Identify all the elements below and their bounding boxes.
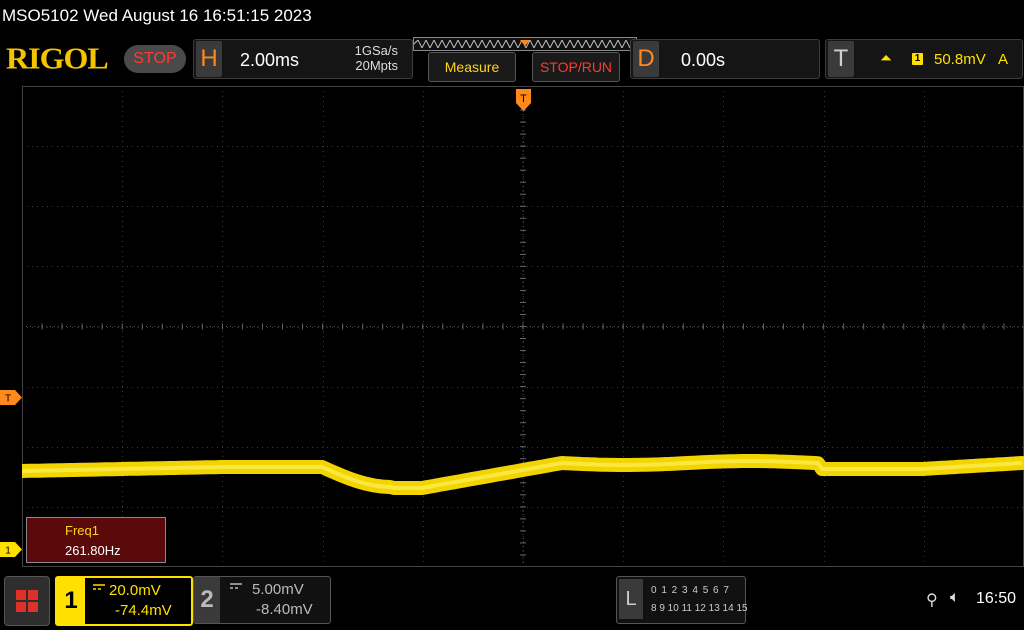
ch1-panel[interactable]: 1 20.0mV -74.4mV: [55, 576, 193, 626]
sample-rate: 1GSa/s: [354, 43, 398, 58]
waveform-display[interactable]: [22, 86, 1024, 567]
rigol-logo: RIGOL: [6, 40, 109, 76]
trigger-level-marker[interactable]: T: [0, 390, 22, 405]
trigger-position-label: T: [520, 93, 527, 105]
trigger-level-label: T: [5, 394, 11, 405]
main-menu-button[interactable]: [4, 576, 50, 626]
trigger-panel[interactable]: T ⏶ 1 50.8mV A: [825, 39, 1023, 79]
system-clock: 16:50: [976, 590, 1017, 607]
trigger-level: 50.8mV: [934, 51, 986, 68]
timebase-value: 2.00ms: [240, 50, 300, 70]
memory-depth: 20Mpts: [355, 58, 398, 73]
trigger-position-marker[interactable]: T: [516, 89, 531, 111]
trigger-source: 1: [912, 53, 923, 65]
delay-value: 0.00s: [681, 50, 726, 70]
logic-analyzer-panel[interactable]: L 0 1 2 3 4 5 6 7 8 9 10 11 12 13 14 15: [616, 576, 748, 624]
measurement-value: 261.80Hz: [65, 543, 121, 558]
grid-menu-icon: [16, 590, 38, 612]
ch1-offset-marker[interactable]: 1: [0, 542, 22, 557]
delay-tag: D: [633, 41, 659, 77]
horizontal-panel[interactable]: H 2.00ms 1GSa/s 20Mpts: [193, 39, 413, 79]
ch2-offset: -8.40mV: [256, 601, 313, 618]
run-state-badge[interactable]: STOP: [124, 45, 186, 73]
measurement-label: Freq1: [65, 523, 99, 538]
frequency-measurement[interactable]: Freq1 261.80Hz: [26, 517, 166, 563]
trigger-mode: A: [998, 51, 1009, 68]
model-datetime: MSO5102 Wed August 16 16:51:15 2023: [2, 6, 312, 25]
trigger-tag: T: [828, 41, 854, 77]
dc-coupling-icon: [230, 583, 242, 589]
ch2-scale: 5.00mV: [252, 581, 304, 598]
dc-coupling-icon: [93, 584, 105, 590]
memory-position-strip: [413, 37, 637, 51]
status-line: MSO5102 Wed August 16 16:51:15 2023: [0, 0, 1024, 32]
logic-tag: L: [619, 579, 643, 619]
logic-channels-row1: 0 1 2 3 4 5 6 7: [651, 585, 730, 596]
ch1-scale: 20.0mV: [109, 582, 161, 599]
ch2-number: 2: [194, 577, 220, 623]
rising-edge-icon: ⏶: [880, 50, 893, 67]
horizontal-tag: H: [196, 41, 222, 77]
ch1-number: 1: [57, 578, 85, 624]
usb-icon: ⚲: [926, 592, 938, 609]
memory-waveform-icon: [414, 40, 636, 48]
ch1-offset: -74.4mV: [115, 602, 172, 619]
ch2-panel[interactable]: 2 5.00mV -8.40mV: [193, 576, 331, 624]
speaker-muted-icon[interactable]: 🔈︎: [950, 589, 960, 607]
stop-run-button[interactable]: STOP/RUN: [532, 52, 620, 82]
delay-panel[interactable]: D 0.00s: [630, 39, 820, 79]
logic-channels-row2: 8 9 10 11 12 13 14 15: [651, 603, 748, 614]
measure-button[interactable]: Measure: [428, 52, 516, 82]
ch1-marker-label: 1: [5, 546, 11, 557]
